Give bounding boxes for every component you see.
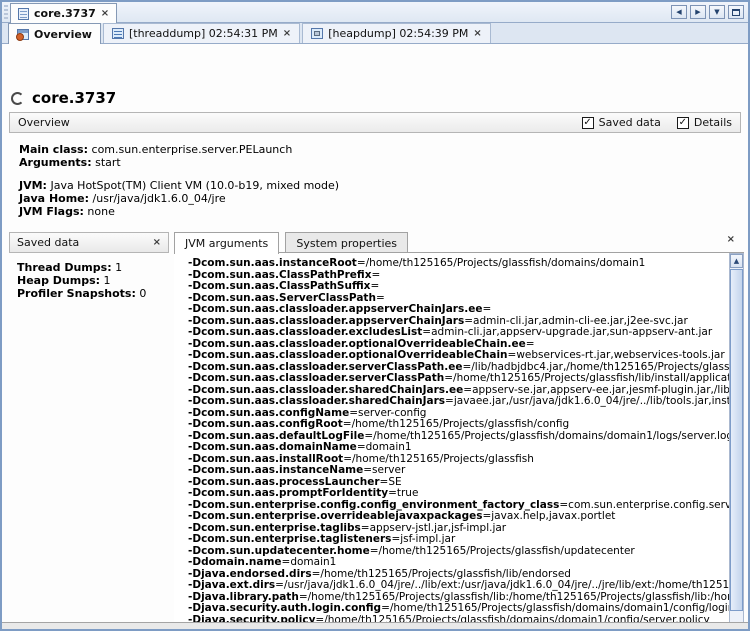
main-class-line: Main class: com.sun.enterprise.server.PE… [19,143,339,156]
saved-data-checkbox[interactable]: ✓ Saved data [582,116,661,129]
jvm-arguments-list: -Dcom.sun.aas.instanceRoot=/home/th12516… [174,253,729,631]
details-tab-bar: JVM arguments System properties × [174,232,744,253]
scroll-tabs-left-button[interactable]: ◀ [671,5,687,19]
vertical-scrollbar-thumb[interactable] [730,269,743,611]
scroll-tabs-right-button[interactable]: ▶ [690,5,706,19]
core-dump-icon [18,8,29,20]
saved-data-panel-title: Saved data [17,236,79,249]
details-checkbox-label: Details [694,116,732,129]
details-panel: JVM arguments System properties × -Dcom.… [174,232,744,631]
close-icon[interactable]: × [473,29,481,39]
checkbox-checked-icon[interactable]: ✓ [582,117,594,129]
jvm-flags-line: JVM Flags: none [19,205,339,218]
details-checkbox[interactable]: ✓ Details [677,116,732,129]
overview-view: core.3737 Overview ✓ Saved data ✓ Detail… [2,44,748,622]
core-dump-ring-icon [11,92,24,105]
close-icon[interactable]: × [153,238,161,248]
java-home-line: Java Home: /usr/java/jdk1.6.0_04/jre [19,192,339,205]
tab-threaddump[interactable]: [threaddump] 02:54:31 PM × [103,23,300,43]
heapdump-icon [311,28,323,39]
overview-section-label: Overview [18,116,70,129]
tab-jvm-arguments[interactable]: JVM arguments [174,232,279,254]
drag-grip [4,5,8,19]
document-tab-strip: core.3737 × ◀ ▶ ▼ [2,2,748,23]
document-tab-label: core.3737 [34,7,96,20]
close-icon[interactable]: × [101,9,109,19]
scroll-up-icon[interactable]: ▲ [730,254,743,268]
overview-section-bar: Overview ✓ Saved data ✓ Details [9,112,741,133]
maximize-button[interactable] [728,5,744,19]
saved-data-item: Heap Dumps: 1 [17,274,146,287]
tab-list-dropdown-button[interactable]: ▼ [709,5,725,19]
close-icon[interactable]: × [283,29,291,39]
close-icon[interactable]: × [727,235,735,245]
jvm-line: JVM: Java HotSpot(TM) Client VM (10.0-b1… [19,179,339,192]
window-controls: ◀ ▶ ▼ [671,5,744,19]
tab-heapdump[interactable]: [heapdump] 02:54:39 PM × [302,23,491,43]
maximize-icon [732,9,740,16]
page-title: core.3737 [32,89,116,107]
visualvm-window: core.3737 × ◀ ▶ ▼ Overview [threaddump] … [0,0,750,631]
tab-heapdump-label: [heapdump] 02:54:39 PM [328,27,468,40]
saved-data-item: Thread Dumps: 1 [17,261,146,274]
arguments-line: Arguments: start [19,156,339,169]
saved-data-item: Profiler Snapshots: 0 [17,287,146,300]
tab-overview-label: Overview [34,28,92,41]
tab-overview[interactable]: Overview [8,23,101,44]
tab-threaddump-label: [threaddump] 02:54:31 PM [129,27,278,40]
tab-system-properties[interactable]: System properties [285,232,408,253]
status-bar [2,622,748,629]
overview-options: ✓ Saved data ✓ Details [582,116,732,129]
checkbox-checked-icon[interactable]: ✓ [677,117,689,129]
overview-icon [17,29,29,40]
view-tab-strip: Overview [threaddump] 02:54:31 PM × [hea… [2,23,748,44]
title-row: core.3737 [11,89,116,107]
saved-data-panel-header: Saved data × [9,232,169,253]
saved-data-items: Thread Dumps: 1 Heap Dumps: 1 Profiler S… [17,261,146,300]
threaddump-icon [112,28,124,39]
vertical-scrollbar[interactable]: ▲ ▼ [729,253,744,631]
overview-info: Main class: com.sun.enterprise.server.PE… [19,143,339,218]
document-tab-core-3737[interactable]: core.3737 × [10,3,117,23]
saved-data-checkbox-label: Saved data [599,116,661,129]
